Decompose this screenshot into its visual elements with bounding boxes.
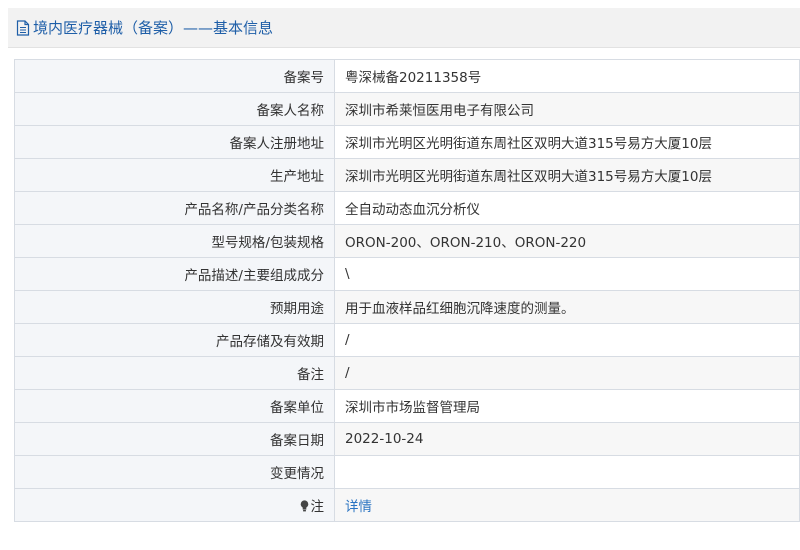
table-row: 备案单位 深圳市市场监督管理局 <box>14 389 800 423</box>
page-title: 境内医疗器械（备案）——基本信息 <box>16 19 273 37</box>
note-label: 注 <box>310 499 325 515</box>
row-label: 变更情况 <box>14 455 335 489</box>
table-row: 产品描述/主要组成成分 \ <box>14 257 800 291</box>
row-label: 备案人注册地址 <box>14 125 335 159</box>
note-value-cell: 详情 <box>334 488 800 522</box>
row-label: 备案日期 <box>14 422 335 456</box>
table-row: 备案日期 2022-10-24 <box>14 422 800 456</box>
row-value: / <box>334 356 800 390</box>
row-label: 预期用途 <box>14 290 335 324</box>
row-label: 备注 <box>14 356 335 390</box>
table-row: 备注 / <box>14 356 800 390</box>
table-row: 生产地址 深圳市光明区光明街道东周社区双明大道315号易方大厦10层 <box>14 158 800 192</box>
row-value: \ <box>334 257 800 291</box>
row-label: 型号规格/包装规格 <box>14 224 335 258</box>
page-title-text: 境内医疗器械（备案）——基本信息 <box>33 19 274 37</box>
table-row-note: 注 详情 <box>14 488 800 522</box>
info-table: 备案号 粤深械备20211358号 备案人名称 深圳市希莱恒医用电子有限公司 备… <box>14 59 800 522</box>
table-row: 备案人注册地址 深圳市光明区光明街道东周社区双明大道315号易方大厦10层 <box>14 125 800 159</box>
row-value: 用于血液样品红细胞沉降速度的测量。 <box>334 290 800 324</box>
row-value: 深圳市光明区光明街道东周社区双明大道315号易方大厦10层 <box>334 125 800 159</box>
note-label-cell: 注 <box>14 488 335 522</box>
row-value <box>334 455 800 489</box>
row-label: 备案人名称 <box>14 92 335 126</box>
document-icon <box>16 20 30 36</box>
table-row: 产品名称/产品分类名称 全自动动态血沉分析仪 <box>14 191 800 225</box>
table-row: 备案人名称 深圳市希莱恒医用电子有限公司 <box>14 92 800 126</box>
row-value: 全自动动态血沉分析仪 <box>334 191 800 225</box>
row-value: 深圳市光明区光明街道东周社区双明大道315号易方大厦10层 <box>334 158 800 192</box>
row-label: 生产地址 <box>14 158 335 192</box>
row-value: / <box>334 323 800 357</box>
row-value: 深圳市市场监督管理局 <box>334 389 800 423</box>
table-row: 产品存储及有效期 / <box>14 323 800 357</box>
table-row: 型号规格/包装规格 ORON-200、ORON-210、ORON-220 <box>14 224 800 258</box>
row-label: 备案号 <box>14 59 335 93</box>
details-link[interactable]: 详情 <box>345 499 372 515</box>
row-label: 产品存储及有效期 <box>14 323 335 357</box>
row-value: ORON-200、ORON-210、ORON-220 <box>334 224 800 258</box>
table-row: 预期用途 用于血液样品红细胞沉降速度的测量。 <box>14 290 800 324</box>
row-label: 产品名称/产品分类名称 <box>14 191 335 225</box>
lightbulb-icon <box>300 500 308 512</box>
row-value: 2022-10-24 <box>334 422 800 456</box>
row-label: 备案单位 <box>14 389 335 423</box>
table-row: 变更情况 <box>14 455 800 489</box>
row-value: 深圳市希莱恒医用电子有限公司 <box>334 92 800 126</box>
table-row: 备案号 粤深械备20211358号 <box>14 59 800 93</box>
row-value: 粤深械备20211358号 <box>334 59 800 93</box>
row-label: 产品描述/主要组成成分 <box>14 257 335 291</box>
page-header: 境内医疗器械（备案）——基本信息 <box>8 8 800 48</box>
